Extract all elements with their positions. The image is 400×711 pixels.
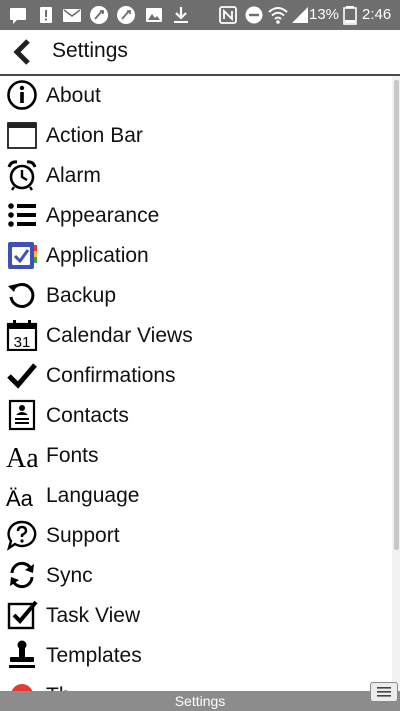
list-item-application[interactable]: Application (0, 236, 392, 276)
item-label: Backup (46, 284, 117, 307)
battery-percent: 13% (309, 6, 340, 23)
list-item-templates[interactable]: Templates (0, 636, 392, 676)
scrollbar-thumb[interactable] (394, 80, 399, 550)
tools-icon (117, 6, 135, 24)
item-label: Task View (46, 604, 141, 627)
app-icon (8, 242, 37, 269)
fonts-icon-glyph: Aa (6, 443, 38, 471)
sync-icon (10, 561, 34, 589)
alarm-clock-icon (7, 160, 37, 191)
contact-card-icon (8, 399, 36, 431)
item-label: Calendar Views (46, 324, 193, 347)
info-icon (7, 80, 37, 110)
signal-icon (292, 7, 308, 23)
list-item-alarm[interactable]: Alarm (0, 156, 392, 196)
item-label: Confirmations (46, 364, 176, 387)
clock: 2:46 (362, 6, 392, 23)
list-item-language[interactable]: Äa Language (0, 476, 392, 516)
list-item-backup[interactable]: Backup (0, 276, 392, 316)
list-item-theme[interactable]: Th (0, 676, 392, 691)
language-icon-glyph: Äa (6, 486, 34, 511)
list-item-support[interactable]: Support (0, 516, 392, 556)
action-bar-icon (7, 122, 37, 149)
alert-icon (40, 7, 52, 23)
support-icon (6, 520, 37, 551)
item-label: Sync (46, 564, 93, 587)
list-item-about[interactable]: About (0, 76, 392, 116)
item-label: Th (46, 684, 71, 691)
wifi-icon (268, 7, 288, 24)
item-label: Alarm (46, 164, 101, 187)
item-label: Fonts (46, 444, 99, 467)
checkbox-icon (7, 600, 38, 630)
item-label: Action Bar (46, 124, 143, 147)
page-title: Settings (52, 39, 128, 62)
language-icon: Äa (6, 486, 34, 511)
item-label: Contacts (46, 404, 129, 427)
theme-dot-icon (11, 684, 33, 691)
list-item-confirmations[interactable]: Confirmations (0, 356, 392, 396)
fonts-icon: Aa (6, 443, 38, 471)
download-icon (174, 7, 188, 23)
stamp-icon (9, 640, 35, 668)
bottom-title-bar: Settings (0, 691, 400, 711)
app-header: Settings (0, 30, 400, 76)
calendar-day-number: 31 (14, 334, 31, 351)
back-arrow-icon[interactable] (6, 35, 40, 69)
image-icon (146, 8, 162, 22)
list-item-sync[interactable]: Sync (0, 556, 392, 596)
bottom-title: Settings (174, 693, 226, 709)
tools-icon (90, 6, 108, 24)
item-label: About (46, 84, 101, 107)
checkmark-icon (7, 363, 37, 389)
item-label: Language (46, 484, 140, 507)
status-bar: 13% 2:46 (0, 0, 400, 30)
list-item-calendar-views[interactable]: 31 Calendar Views (0, 316, 392, 356)
battery-icon (343, 6, 357, 25)
calendar-icon: 31 (6, 320, 38, 351)
backup-icon (8, 282, 35, 308)
item-label: Appearance (46, 204, 160, 227)
list-item-action-bar[interactable]: Action Bar (0, 116, 392, 156)
item-label: Support (46, 524, 120, 547)
settings-list[interactable]: About Action Bar Alarm Appearance Applic… (0, 76, 392, 691)
list-item-fonts[interactable]: Aa Fonts (0, 436, 392, 476)
mail-icon (63, 9, 81, 22)
item-label: Templates (46, 644, 142, 667)
list-item-task-view[interactable]: Task View (0, 596, 392, 636)
list-item-appearance[interactable]: Appearance (0, 196, 392, 236)
sms-icon (10, 8, 26, 24)
list-item-contacts[interactable]: Contacts (0, 396, 392, 436)
do-not-disturb-icon (245, 6, 263, 24)
list-icon (8, 203, 36, 227)
menu-icon[interactable] (370, 682, 398, 702)
nfc-icon (219, 6, 237, 24)
item-label: Application (46, 244, 149, 267)
